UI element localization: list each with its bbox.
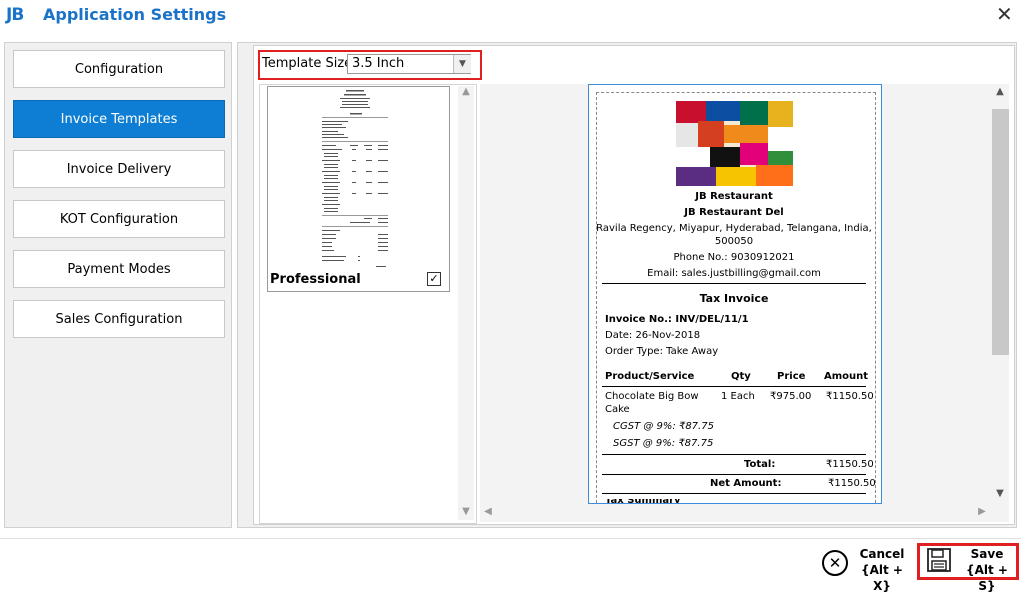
- receipt-item-name: Chocolate Big Bow: [605, 391, 699, 402]
- receipt-item-name-cont: Cake: [605, 404, 630, 415]
- chevron-down-icon[interactable]: ▼: [992, 488, 1008, 502]
- nav-invoice-delivery-button[interactable]: Invoice Delivery: [13, 150, 225, 188]
- receipt-col-amount: Amount: [824, 371, 869, 382]
- receipt-item-qty: 1 Each: [721, 391, 755, 402]
- receipt-invoice-no: Invoice No.: INV/DEL/11/1: [605, 314, 749, 325]
- receipt-heading: Tax Invoice: [699, 292, 769, 305]
- receipt-item-amount: ₹1150.50: [826, 391, 874, 402]
- nav-configuration-button[interactable]: Configuration: [13, 50, 225, 88]
- receipt-zip: 500050: [714, 236, 754, 247]
- receipt-restaurant-name: JB Restaurant: [695, 191, 773, 202]
- scrollbar-thumb[interactable]: [992, 109, 1009, 355]
- cancel-icon[interactable]: ✕: [822, 550, 848, 576]
- receipt-order-type: Order Type: Take Away: [605, 346, 719, 357]
- receipt-tax-summary: Tax Summary: [605, 499, 681, 503]
- chevron-up-icon[interactable]: ▲: [992, 86, 1008, 100]
- receipt-email: Email: sales.justbilling@gmail.com: [647, 268, 821, 279]
- chevron-left-icon[interactable]: ◀: [480, 506, 496, 520]
- template-name: Professional: [270, 272, 361, 287]
- template-size-label: Template Size: [262, 56, 353, 71]
- receipt-item-price: ₹975.00: [770, 391, 812, 402]
- save-button[interactable]: Save {Alt + S}: [958, 546, 1016, 594]
- restaurant-logo-collage: [676, 101, 793, 186]
- receipt-date: Date: 26-Nov-2018: [605, 330, 701, 341]
- preview-horizontal-scrollbar[interactable]: ◀ ▶: [480, 505, 990, 521]
- receipt-net-value: ₹1150.50: [828, 478, 876, 489]
- template-selected-checkbox[interactable]: ✓: [427, 272, 441, 286]
- footer-divider: [0, 538, 1021, 539]
- receipt-net-label: Net Amount:: [710, 478, 782, 489]
- receipt-phone: Phone No.: 9030912021: [673, 252, 795, 263]
- nav-kot-configuration-button[interactable]: KOT Configuration: [13, 200, 225, 238]
- template-thumbnail: [322, 90, 388, 267]
- chevron-up-icon[interactable]: ▲: [458, 86, 474, 100]
- settings-nav-panel: Configuration Invoice Templates Invoice …: [4, 42, 232, 528]
- template-list-scrollbar[interactable]: ▲ ▼: [458, 86, 474, 520]
- receipt-total-label: Total:: [744, 459, 776, 470]
- app-logo: JB: [6, 5, 24, 25]
- receipt-branch-name: JB Restaurant Del: [684, 207, 784, 218]
- receipt-col-product: Product/Service: [605, 371, 695, 382]
- receipt-col-price: Price: [777, 371, 806, 382]
- nav-invoice-templates-button[interactable]: Invoice Templates: [13, 100, 225, 138]
- receipt-total-value: ₹1150.50: [826, 459, 874, 470]
- receipt-address: Ravila Regency, Miyapur, Hyderabad, Tela…: [596, 223, 872, 234]
- window-title: Application Settings: [43, 5, 227, 24]
- cancel-shortcut: {Alt + X}: [861, 563, 903, 593]
- receipt-col-qty: Qty: [731, 371, 751, 382]
- chevron-down-icon[interactable]: ▼: [458, 506, 474, 520]
- receipt-sgst: SGST @ 9%: ₹87.75: [613, 438, 714, 449]
- save-button-label: Save: [970, 547, 1004, 561]
- nav-payment-modes-button[interactable]: Payment Modes: [13, 250, 225, 288]
- close-icon[interactable]: ✕: [996, 2, 1013, 26]
- cancel-button-label: Cancel: [859, 547, 905, 561]
- save-disk-icon[interactable]: [927, 548, 951, 572]
- chevron-down-icon[interactable]: ▼: [453, 55, 471, 73]
- chevron-right-icon[interactable]: ▶: [974, 506, 990, 520]
- save-shortcut: {Alt + S}: [966, 563, 1008, 593]
- nav-sales-configuration-button[interactable]: Sales Configuration: [13, 300, 225, 338]
- receipt-cgst: CGST @ 9%: ₹87.75: [613, 421, 714, 432]
- cancel-button[interactable]: Cancel {Alt + X}: [856, 546, 908, 594]
